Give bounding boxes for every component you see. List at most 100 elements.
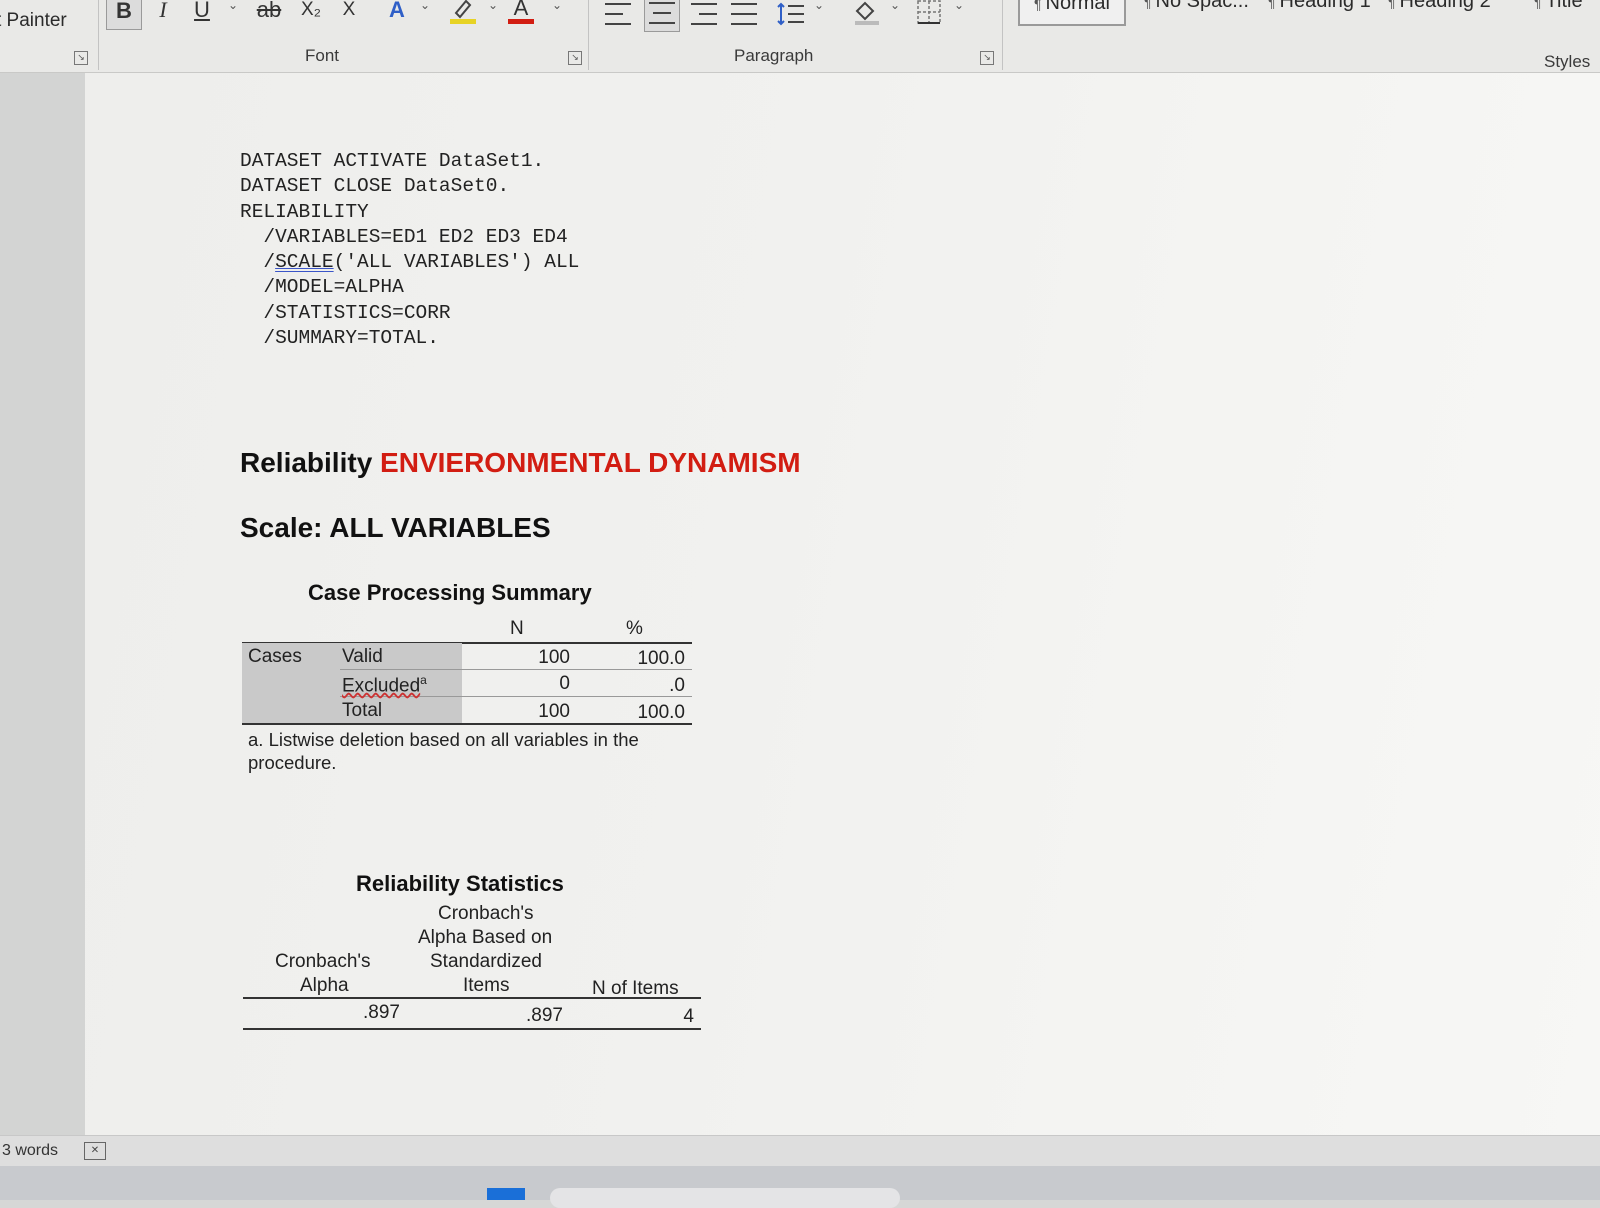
row-label-total: Total (342, 700, 383, 721)
highlighter-icon (450, 0, 476, 24)
align-left-button[interactable] (604, 0, 632, 32)
style-no-spacing-label: No Spac... (1155, 0, 1249, 12)
style-no-spacing[interactable]: ¶ No Spac... (1144, 0, 1249, 22)
borders-chevron-down-icon[interactable]: ⌄ (954, 0, 964, 12)
windows-start-icon[interactable] (487, 1188, 525, 1200)
ribbon-divider (1002, 0, 1003, 70)
cell-valid-n: 100 (538, 647, 570, 668)
align-right-button[interactable] (690, 0, 718, 32)
strikethrough-button[interactable]: ab (252, 0, 286, 28)
output-title: Reliability ENVIERONMENTAL DYNAMISM (240, 447, 801, 479)
align-center-icon (649, 2, 675, 24)
font-color-letter: A (513, 0, 529, 20)
format-painter-button[interactable]: t Painter (0, 10, 67, 32)
superscript-button[interactable]: X (338, 0, 360, 28)
style-heading-1-label: Heading 1 (1279, 0, 1371, 12)
col1-header-line: Alpha (300, 975, 349, 996)
excluded-text: Excluded (342, 675, 421, 697)
table-rule (243, 997, 701, 999)
underline-chevron-down-icon[interactable]: ⌄ (228, 0, 238, 12)
cell-excluded-pct: .0 (669, 675, 685, 696)
align-center-button[interactable] (644, 0, 680, 32)
text-effects-button[interactable]: A (382, 0, 412, 28)
text-effects-chevron-down-icon[interactable]: ⌄ (420, 0, 430, 12)
borders-button[interactable] (914, 0, 944, 30)
ribbon: t Painter ↘ B I U ⌄ ab X₂ X A ⌄ ⌄ A ⌄ Fo… (0, 0, 1600, 73)
highlight-button[interactable] (446, 0, 480, 28)
cell-total-n: 100 (538, 701, 570, 722)
syntax-block: DATASET ACTIVATE DataSet1. DATASET CLOSE… (240, 149, 579, 351)
word-count[interactable]: 3 words (2, 1142, 58, 1160)
scale-rest: ('ALL VARIABLES') ALL (333, 251, 580, 274)
italic-button[interactable]: I (152, 0, 174, 28)
footnote-line: a. Listwise deletion based on all variab… (248, 729, 639, 750)
syntax-line: /MODEL=ALPHA (240, 276, 404, 299)
style-title-label: Title (1545, 0, 1583, 12)
style-heading-1[interactable]: ¶ Heading 1 (1268, 0, 1371, 22)
cell-valid-pct: 100.0 (637, 648, 685, 669)
font-group-label: Font (305, 46, 340, 65)
footnote-line: procedure. (248, 752, 337, 773)
font-launcher-icon[interactable]: ↘ (568, 51, 582, 65)
align-right-icon (691, 3, 717, 25)
paint-bucket-icon (855, 1, 879, 25)
status-bar: 3 words ✕ (0, 1135, 1600, 1166)
taskbar-search[interactable] (550, 1188, 900, 1208)
reliability-stats-title: Reliability Statistics (356, 871, 564, 896)
align-left-icon (605, 3, 631, 25)
paragraph-launcher-icon[interactable]: ↘ (980, 51, 994, 65)
pilcrow-icon: ¶ (1268, 0, 1276, 10)
style-heading-2[interactable]: ¶ Heading 2 (1388, 0, 1491, 22)
pilcrow-icon: ¶ (1034, 0, 1042, 12)
styles-group-label: Styles (1544, 52, 1591, 71)
scale-keyword: SCALE (275, 251, 334, 274)
pilcrow-icon: ¶ (1144, 0, 1152, 10)
col1-header-line: Cronbach's (275, 951, 371, 972)
line-spacing-chevron-down-icon[interactable]: ⌄ (814, 0, 824, 12)
borders-icon (917, 0, 941, 24)
row-label-excluded: Excludeda (342, 673, 427, 697)
group-label-cases: Cases (248, 646, 302, 667)
style-heading-2-label: Heading 2 (1399, 0, 1491, 12)
cell-alpha: .897 (363, 1002, 400, 1023)
syntax-line: /VARIABLES=ED1 ED2 ED3 ED4 (240, 225, 568, 248)
line-spacing-icon (777, 2, 804, 26)
bold-button[interactable]: B (106, 0, 142, 30)
case-summary-title: Case Processing Summary (308, 580, 592, 605)
font-color-chevron-down-icon[interactable]: ⌄ (552, 0, 562, 12)
subscript-button[interactable]: X₂ (298, 0, 324, 28)
col-header-pct: % (626, 618, 643, 639)
syntax-line: /STATISTICS=CORR (240, 301, 451, 324)
syntax-line: /SUMMARY=TOTAL. (240, 327, 439, 350)
shading-button[interactable] (850, 0, 882, 30)
justify-button[interactable] (730, 0, 758, 32)
font-color-button[interactable]: A (506, 0, 536, 28)
ribbon-divider (588, 0, 589, 70)
col2-header-line: Cronbach's (438, 903, 534, 924)
scale-prefix: / (240, 251, 276, 274)
syntax-line: DATASET ACTIVATE DataSet1. (240, 150, 545, 172)
highlight-chevron-down-icon[interactable]: ⌄ (488, 0, 498, 12)
cell-std-alpha: .897 (526, 1005, 563, 1026)
font-color-bar (508, 18, 534, 24)
underline-button[interactable]: U (190, 0, 214, 28)
cell-excluded-n: 0 (559, 673, 570, 694)
proofing-icon[interactable]: ✕ (84, 1142, 106, 1160)
style-normal-label: Normal (1045, 0, 1110, 14)
syntax-line: DATASET CLOSE DataSet0. (240, 175, 510, 198)
output-title-prefix: Reliability (240, 447, 381, 478)
pilcrow-icon: ¶ (1534, 0, 1542, 10)
ribbon-divider (98, 0, 99, 70)
col2-header-line: Items (463, 975, 510, 996)
shading-chevron-down-icon[interactable]: ⌄ (890, 0, 900, 12)
pilcrow-icon: ¶ (1388, 0, 1396, 10)
row-label-valid: Valid (342, 646, 383, 667)
col2-header-line: Standardized (430, 951, 542, 972)
style-title[interactable]: ¶ Title (1534, 0, 1583, 22)
cell-n-items: 4 (683, 1006, 694, 1027)
line-spacing-button[interactable] (776, 0, 806, 32)
table-rule (243, 1028, 701, 1030)
style-normal[interactable]: ¶ Normal (1018, 0, 1126, 26)
syntax-line: RELIABILITY (240, 200, 369, 223)
clipboard-launcher-icon[interactable]: ↘ (74, 51, 88, 65)
